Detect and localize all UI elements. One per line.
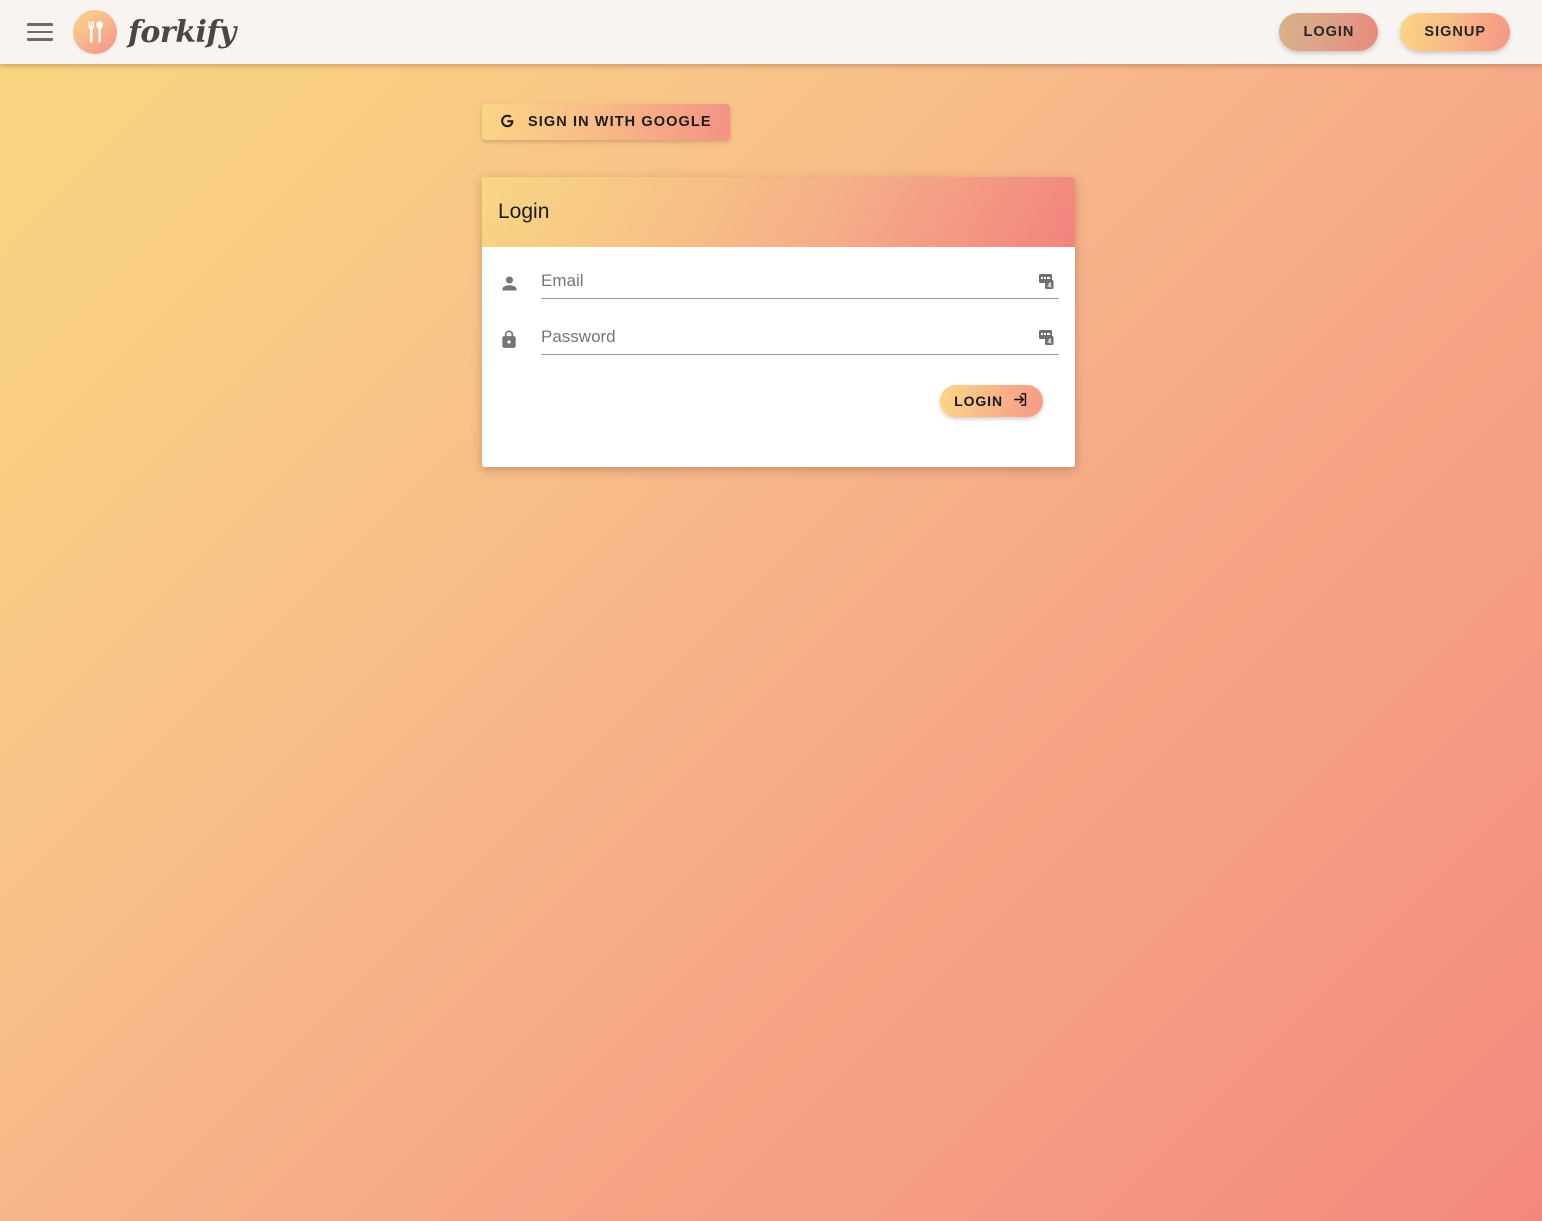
password-field-row: 4 <box>498 327 1059 355</box>
hamburger-line <box>27 23 53 26</box>
top-navbar: forkify LOGIN SIGNUP <box>0 0 1542 64</box>
nav-login-button[interactable]: LOGIN <box>1279 13 1379 51</box>
person-icon <box>498 273 520 299</box>
svg-text:4: 4 <box>1048 283 1052 290</box>
login-card-body: 4 <box>482 247 1075 467</box>
hamburger-line <box>27 38 53 41</box>
email-field-row: 4 <box>498 271 1059 299</box>
login-arrow-icon <box>1012 391 1029 411</box>
login-submit-button[interactable]: LOGIN <box>940 385 1043 417</box>
autofill-badge-icon[interactable]: 4 <box>1039 330 1059 348</box>
svg-text:4: 4 <box>1048 339 1052 346</box>
login-card-actions: LOGIN <box>498 383 1059 417</box>
autofill-badge-icon[interactable]: 4 <box>1039 274 1059 292</box>
password-input-wrap: 4 <box>541 327 1059 355</box>
page-root: forkify LOGIN SIGNUP SIGN IN WITH GOOGLE… <box>0 0 1542 1221</box>
password-input[interactable] <box>541 327 1059 347</box>
login-card: Login Email 4 4 LOGIN <box>482 177 1075 467</box>
google-g-icon <box>498 112 516 133</box>
navbar-actions: LOGIN SIGNUP <box>1279 13 1526 51</box>
email-input[interactable] <box>541 271 1059 291</box>
sign-in-with-google-button[interactable]: SIGN IN WITH GOOGLE <box>482 104 730 140</box>
hamburger-line <box>27 30 53 34</box>
login-card-title: Login <box>498 200 550 223</box>
brand-logo-link[interactable]: forkify <box>73 10 236 54</box>
fork-spoon-logo-icon <box>73 10 117 54</box>
lock-icon <box>498 329 520 355</box>
nav-signup-button[interactable]: SIGNUP <box>1400 13 1510 51</box>
brand-name: forkify <box>128 14 236 50</box>
login-card-header: Login <box>482 177 1075 247</box>
email-input-wrap: 4 <box>541 271 1059 299</box>
login-submit-label: LOGIN <box>954 393 1003 409</box>
hamburger-menu-icon[interactable] <box>27 17 57 47</box>
sign-in-with-google-label: SIGN IN WITH GOOGLE <box>528 114 712 130</box>
